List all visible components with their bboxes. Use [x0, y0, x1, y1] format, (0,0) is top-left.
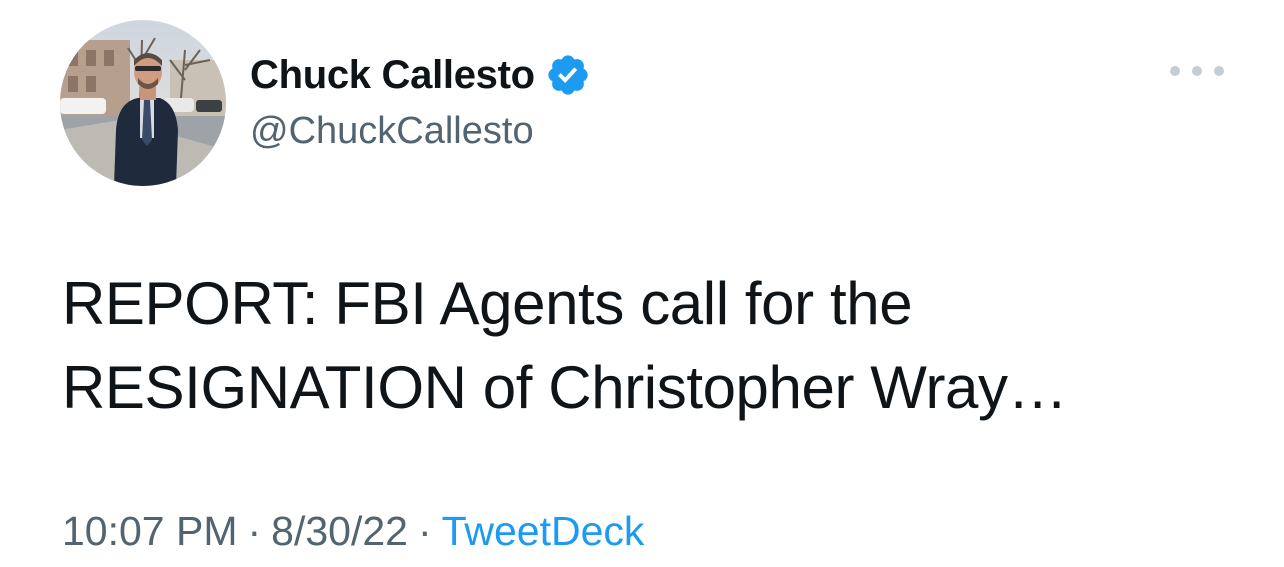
- meta-separator: ·: [247, 508, 262, 554]
- tweet-text-line: RESIGNATION of Christopher Wray…: [62, 354, 1068, 421]
- more-dot: [1192, 66, 1202, 76]
- author-handle[interactable]: @ChuckCallesto: [250, 110, 534, 153]
- tweet-source-link[interactable]: TweetDeck: [442, 508, 645, 554]
- author-name-row: Chuck Callesto: [250, 50, 591, 100]
- tweet-time[interactable]: 10:07 PM: [62, 508, 238, 554]
- tweet-date[interactable]: 8/30/22: [271, 508, 408, 554]
- tweet-text-line: REPORT: FBI Agents call for the: [62, 270, 913, 337]
- tweet-text: REPORT: FBI Agents call for the RESIGNAT…: [62, 262, 1242, 430]
- display-name[interactable]: Chuck Callesto: [250, 53, 535, 98]
- more-dot: [1170, 66, 1180, 76]
- tweet-meta: 10:07 PM · 8/30/22 · TweetDeck: [62, 508, 644, 555]
- more-dot: [1214, 66, 1224, 76]
- verified-badge-icon: [545, 52, 591, 98]
- more-options-icon[interactable]: [1170, 56, 1224, 86]
- avatar-photo: [60, 20, 226, 186]
- avatar[interactable]: [60, 20, 226, 186]
- meta-separator: ·: [417, 508, 432, 554]
